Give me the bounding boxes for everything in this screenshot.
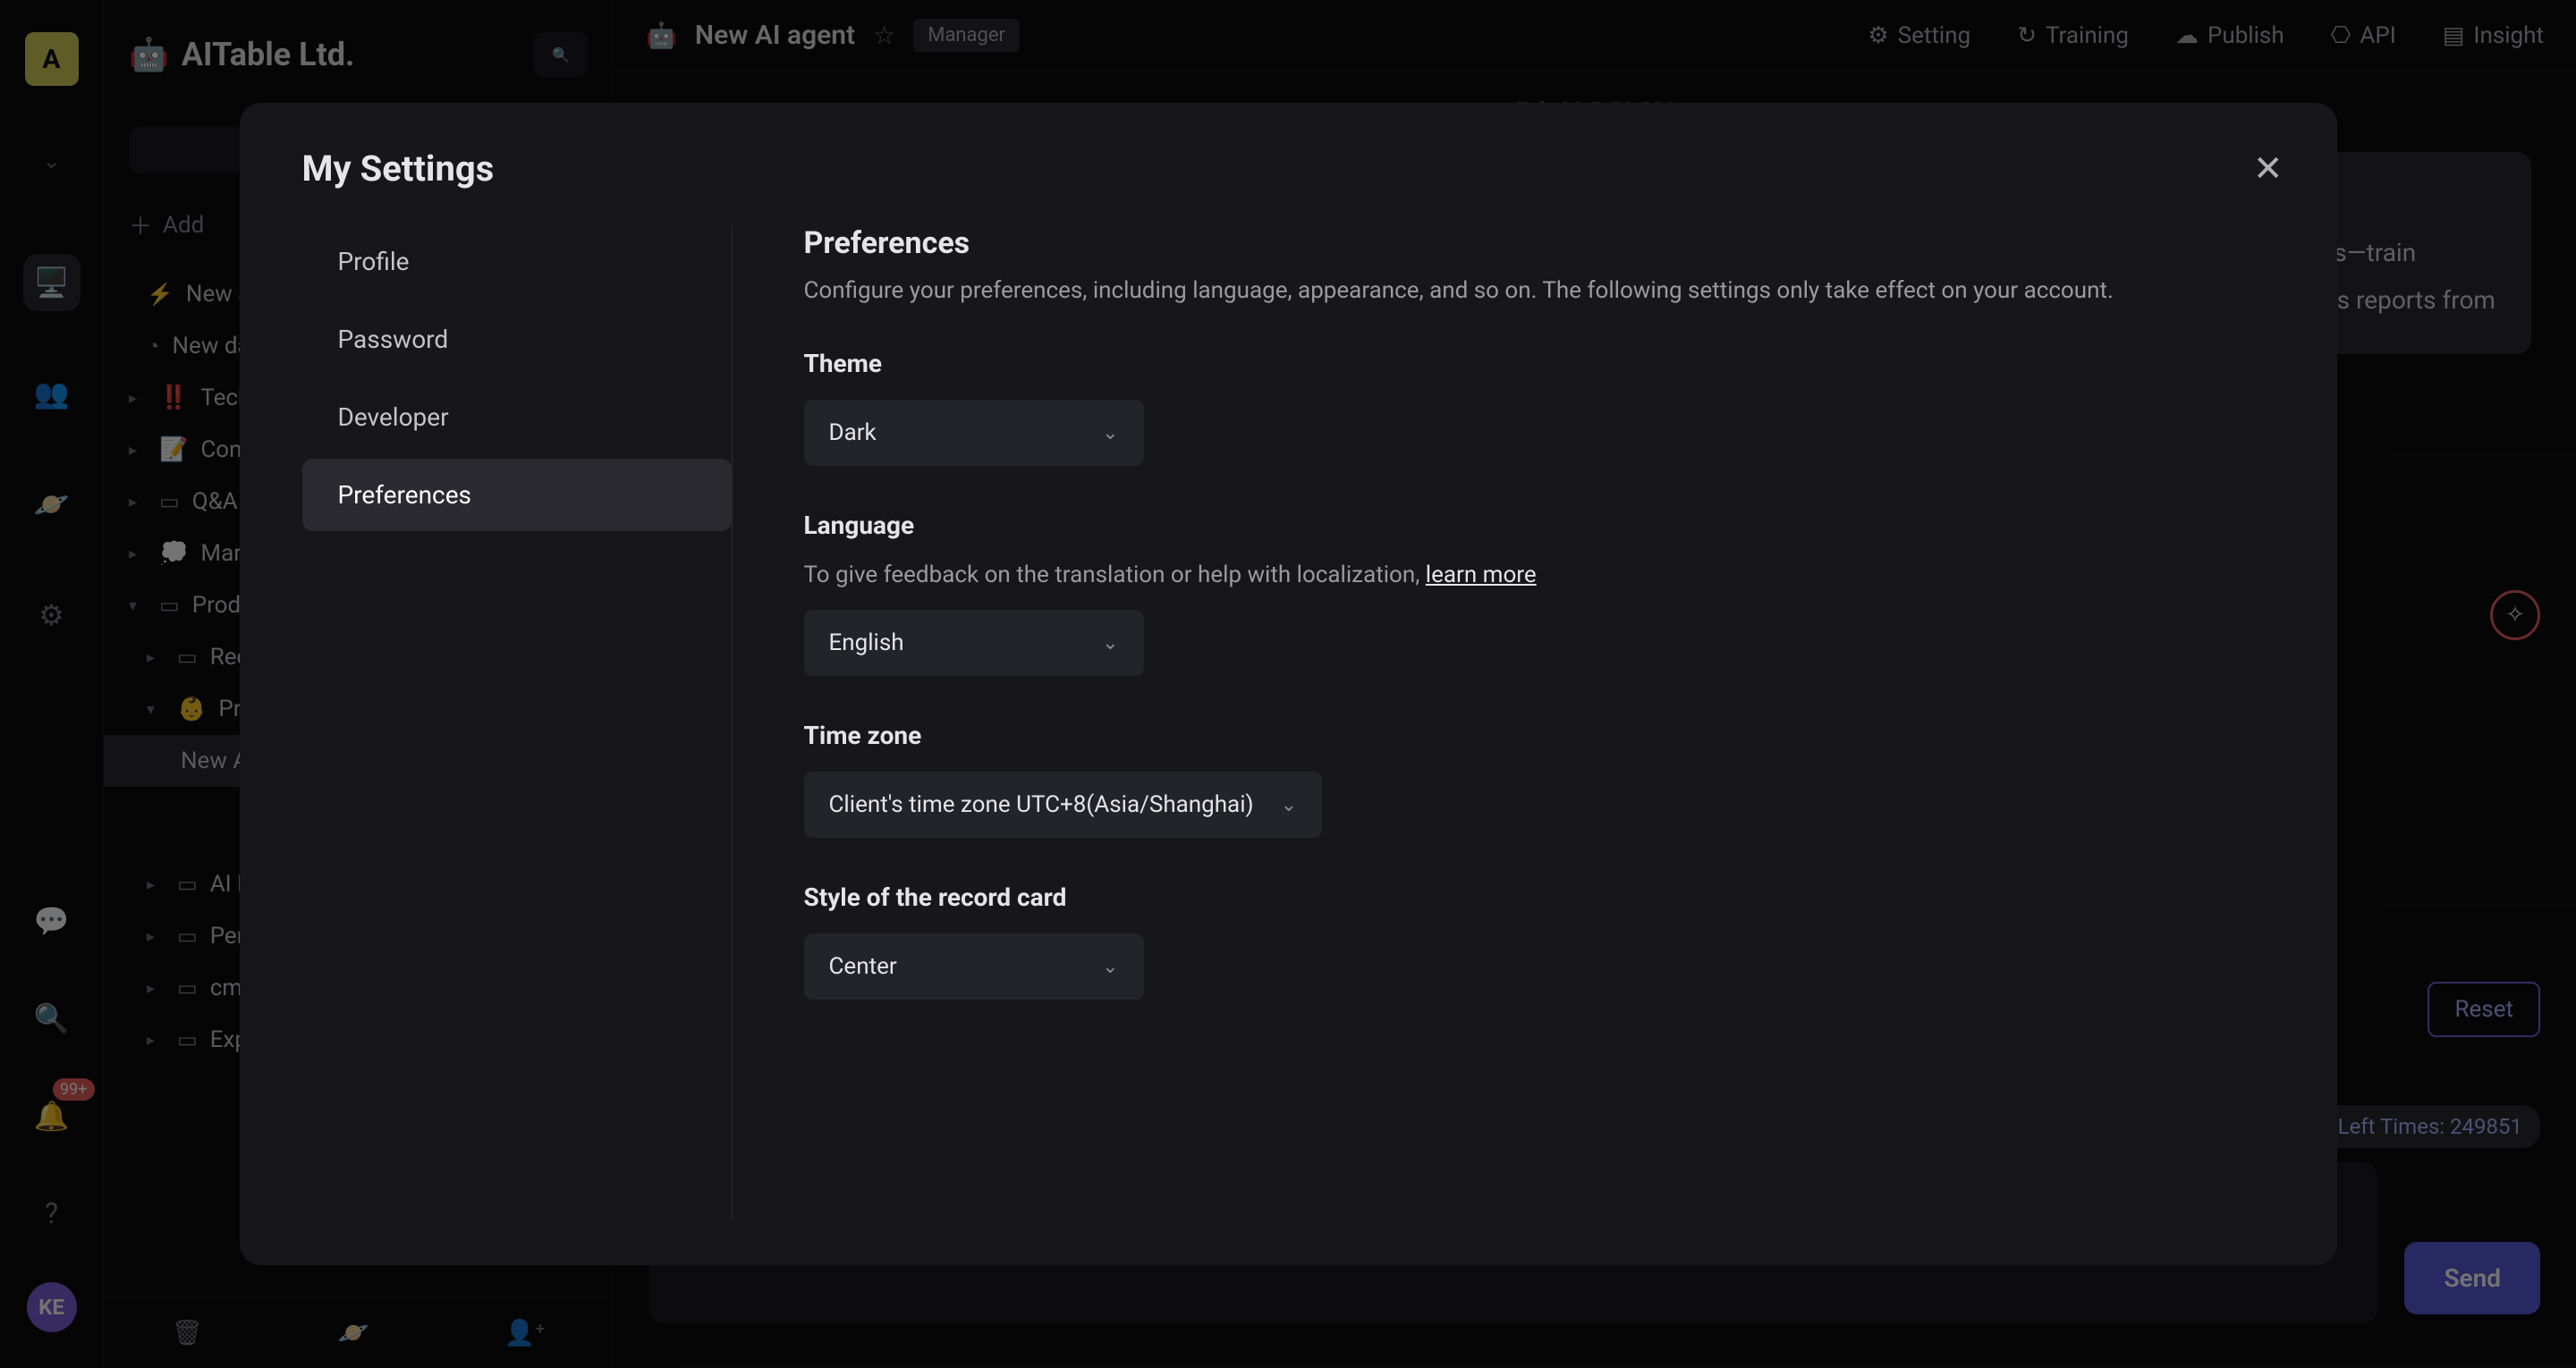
language-value: English	[829, 629, 904, 656]
nav-developer[interactable]: Developer	[302, 381, 732, 453]
theme-select[interactable]: Dark ⌄	[804, 400, 1144, 466]
record-card-select[interactable]: Center ⌄	[804, 933, 1144, 1000]
theme-label: Theme	[804, 349, 2275, 378]
modal-overlay[interactable]: ✕ My Settings Profile Password Developer…	[0, 0, 2576, 1368]
preferences-heading: Preferences	[804, 225, 2275, 261]
language-label: Language	[804, 511, 2275, 540]
chevron-down-icon: ⌄	[1102, 632, 1118, 654]
preferences-panel: Preferences Configure your preferences, …	[732, 225, 2275, 1220]
nav-preferences[interactable]: Preferences	[302, 459, 732, 531]
theme-value: Dark	[829, 419, 877, 446]
close-icon: ✕	[2253, 148, 2284, 190]
language-desc-text: To give feedback on the translation or h…	[804, 562, 1426, 588]
language-select[interactable]: English ⌄	[804, 610, 1144, 676]
close-button[interactable]: ✕	[2253, 148, 2284, 190]
learn-more-link[interactable]: learn more	[1426, 562, 1537, 588]
timezone-select[interactable]: Client's time zone UTC+8(Asia/Shanghai) …	[804, 772, 1323, 838]
record-card-label: Style of the record card	[804, 882, 2275, 912]
chevron-down-icon: ⌄	[1102, 422, 1118, 444]
nav-profile[interactable]: Profile	[302, 225, 732, 298]
settings-modal: ✕ My Settings Profile Password Developer…	[240, 103, 2337, 1265]
settings-nav: Profile Password Developer Preferences	[302, 225, 732, 1220]
timezone-label: Time zone	[804, 721, 2275, 750]
language-description: To give feedback on the translation or h…	[804, 562, 2275, 588]
chevron-down-icon: ⌄	[1102, 956, 1118, 978]
record-card-value: Center	[829, 953, 897, 980]
preferences-description: Configure your preferences, including la…	[804, 277, 2275, 304]
modal-title: My Settings	[302, 148, 2275, 190]
timezone-value: Client's time zone UTC+8(Asia/Shanghai)	[829, 791, 1254, 818]
chevron-down-icon: ⌄	[1281, 794, 1297, 816]
nav-password[interactable]: Password	[302, 303, 732, 376]
